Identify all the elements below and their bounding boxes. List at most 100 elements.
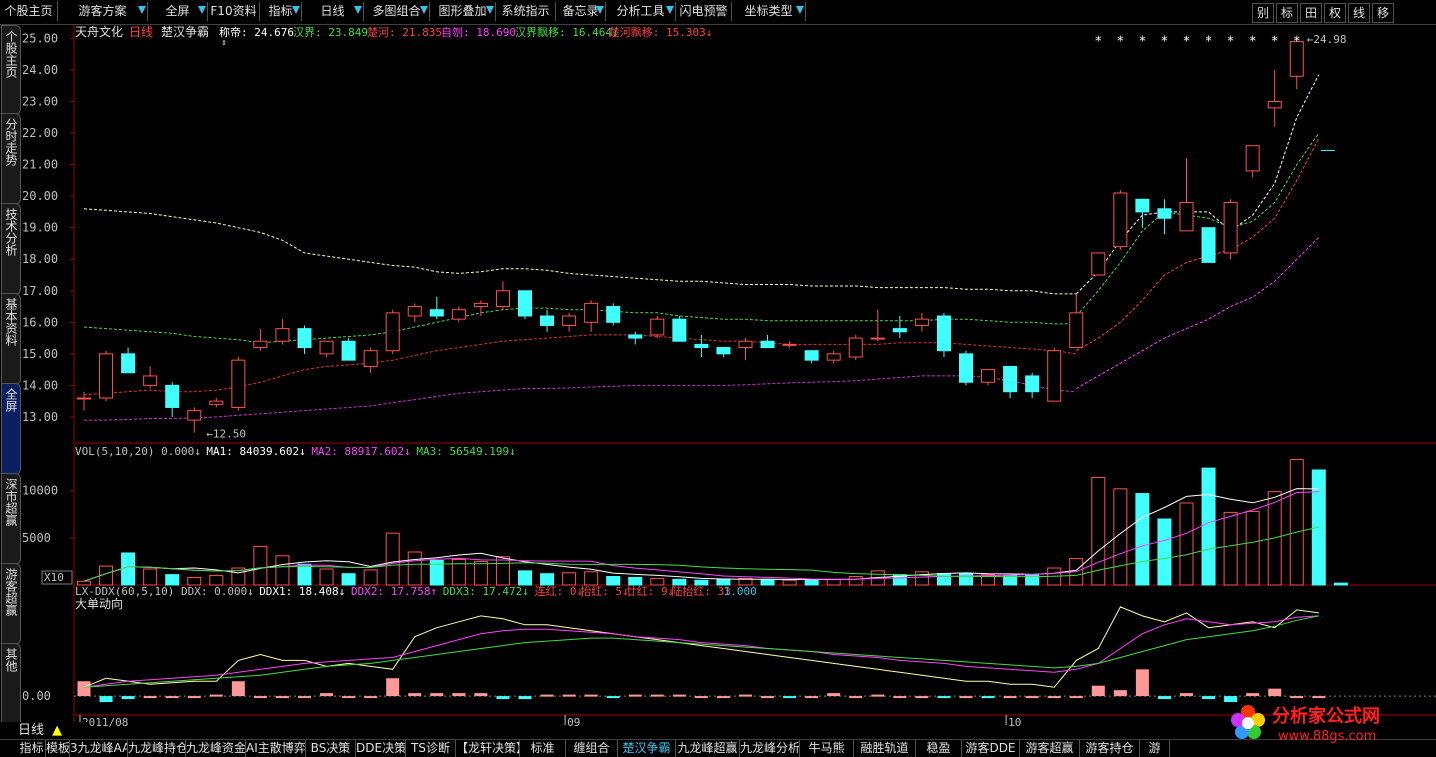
ddx-bar bbox=[386, 678, 400, 697]
toolbar-item[interactable]: 闪电预警 bbox=[676, 2, 732, 21]
dropdown-arrow-icon[interactable] bbox=[420, 6, 428, 14]
bottom-tab[interactable]: 牛马熊 bbox=[800, 740, 854, 757]
toolbar-item[interactable]: 多图组合 bbox=[364, 2, 430, 21]
bottom-tab[interactable]: 楚汉争霸 bbox=[618, 740, 676, 757]
dropdown-arrow-icon[interactable] bbox=[796, 6, 804, 14]
toolbar-item[interactable]: 坐标类型 bbox=[732, 2, 806, 21]
sidebar-tab[interactable]: 深市超赢 bbox=[1, 473, 21, 565]
bottom-tab[interactable]: BS决策 bbox=[306, 740, 356, 757]
vol-bar-up bbox=[1289, 459, 1304, 586]
candle-down bbox=[804, 350, 819, 361]
candle-up bbox=[99, 353, 114, 399]
vol-legend-item: MA1: 84039.602↓ bbox=[206, 445, 305, 458]
ddx-bar bbox=[320, 693, 334, 697]
toolbar-item[interactable]: 分析工具 bbox=[606, 2, 676, 21]
vol-bar-up bbox=[473, 560, 488, 586]
signal-star-icon: * bbox=[1094, 35, 1102, 50]
ddx-bar bbox=[937, 696, 951, 699]
toolbar-item[interactable]: F10资料 bbox=[208, 2, 260, 21]
bottom-tab[interactable]: 缠组合 bbox=[566, 740, 618, 757]
bottom-tab[interactable]: 游 bbox=[1140, 740, 1170, 757]
vol-y-tick-label: 5000 bbox=[22, 531, 51, 545]
candle-up bbox=[363, 350, 378, 367]
dropdown-arrow-icon[interactable] bbox=[138, 6, 146, 14]
ddx-subtitle: 大单动向 bbox=[75, 596, 123, 611]
bottom-tab[interactable]: 游客DDE bbox=[962, 740, 1020, 757]
bottom-tab[interactable]: 九龙峰超赢 bbox=[676, 740, 740, 757]
bottom-tab[interactable]: 九龙峰资金 bbox=[186, 740, 246, 757]
toolbar-right-button[interactable]: 移 bbox=[1372, 3, 1394, 23]
bottom-tab[interactable]: 九龙峰持仓 bbox=[128, 740, 186, 757]
bottom-tab[interactable]: 【龙轩决策】 bbox=[456, 740, 520, 757]
toolbar-item[interactable]: 日线 bbox=[302, 2, 364, 21]
toolbar-item[interactable]: 指标 bbox=[260, 2, 302, 21]
toolbar-item[interactable]: 全屏 bbox=[148, 2, 208, 21]
vol-ma3-line bbox=[83, 526, 1319, 582]
bottom-tab[interactable]: 稳盈 bbox=[916, 740, 962, 757]
sidebar-tab[interactable]: 全屏 bbox=[1, 383, 21, 475]
ddx-bar bbox=[518, 696, 532, 700]
y-tick-label: 13.00 bbox=[22, 410, 58, 424]
vol-bar-down bbox=[1333, 582, 1348, 586]
adjust-icon: ⇕ bbox=[221, 38, 226, 48]
bottom-tab[interactable]: 指标 bbox=[18, 740, 46, 757]
ddx-bar bbox=[275, 696, 289, 699]
bottom-tab[interactable]: 游客超赢 bbox=[1020, 740, 1080, 757]
ddx-bar bbox=[716, 696, 730, 699]
y-tick-label: 20.00 bbox=[22, 189, 58, 203]
bottom-tab[interactable]: AI主散博弈 bbox=[246, 740, 306, 757]
vol-bar-up bbox=[275, 555, 290, 586]
bottom-tab[interactable]: 模板 bbox=[46, 740, 70, 757]
dropdown-arrow-icon[interactable] bbox=[596, 6, 604, 14]
toolbar-item[interactable]: 系统指示 bbox=[496, 2, 556, 21]
dropdown-arrow-icon[interactable] bbox=[292, 6, 300, 14]
bottom-tab[interactable]: 3九龙峰AAX bbox=[70, 740, 128, 757]
toolbar-right-button[interactable]: 权 bbox=[1324, 3, 1346, 23]
dropdown-arrow-icon[interactable] bbox=[486, 6, 494, 14]
period-indicator[interactable]: 日线 ▲ bbox=[0, 722, 88, 739]
bottom-tab[interactable]: 融胜轨道 bbox=[854, 740, 916, 757]
ddx-legend-item: 抬红: 5↓ bbox=[580, 584, 629, 598]
vol-bar-down bbox=[518, 570, 532, 586]
toolbar-item[interactable]: 图形叠加 bbox=[430, 2, 496, 21]
vol-bar-up bbox=[495, 556, 510, 586]
ddx-bar bbox=[1091, 685, 1105, 697]
sidebar-tab[interactable]: 基本资料 bbox=[1, 293, 21, 385]
y-tick-label: 19.00 bbox=[22, 221, 58, 235]
ddx-bar bbox=[606, 696, 620, 699]
bottom-tab[interactable]: DDE决策 bbox=[356, 740, 406, 757]
bottom-tab[interactable]: TS诊断 bbox=[406, 740, 456, 757]
sidebar-tab[interactable]: 游客超赢 bbox=[1, 563, 21, 645]
vol-bar-up bbox=[385, 532, 400, 586]
dropdown-arrow-icon[interactable] bbox=[354, 6, 362, 14]
ddx-bar bbox=[959, 696, 973, 699]
ddx-bar bbox=[165, 696, 179, 699]
toolbar-item[interactable]: 个股主页 bbox=[0, 2, 58, 21]
toolbar-right-button[interactable]: 线 bbox=[1348, 3, 1370, 23]
ddx-legend-item: DDX2: 17.758↑ bbox=[351, 585, 437, 598]
toolbar-item[interactable]: 备忘录 bbox=[556, 2, 606, 21]
toolbar-right-button[interactable]: 标 bbox=[1276, 3, 1298, 23]
candle-down bbox=[1157, 208, 1172, 219]
chart-area[interactable]: 25.00 24.00 23.00 22.00 21.00 20.00 19.00 18.00… bbox=[20, 24, 1436, 737]
ddx-legend-item: DDX3: 17.472↓ bbox=[443, 585, 529, 598]
dropdown-arrow-icon[interactable] bbox=[666, 6, 674, 14]
vol-bar-down bbox=[121, 552, 136, 586]
candle-up bbox=[1179, 201, 1194, 232]
bottom-tab[interactable]: 游客持仓 bbox=[1080, 740, 1140, 757]
ddx-bar bbox=[1047, 696, 1061, 699]
sidebar-tab[interactable]: 个股主页 bbox=[1, 25, 21, 115]
dropdown-arrow-icon[interactable] bbox=[198, 6, 206, 14]
sidebar-tab[interactable]: 分时走势 bbox=[1, 113, 21, 205]
bottom-tab[interactable]: 九龙峰分析 bbox=[740, 740, 800, 757]
candle-down bbox=[1003, 365, 1018, 393]
candle-down bbox=[694, 343, 709, 349]
candle-up bbox=[1047, 350, 1062, 402]
sidebar-tab[interactable]: 技术分析 bbox=[1, 203, 21, 295]
legend-item: 汉界: 23.849 bbox=[293, 26, 368, 39]
toolbar-right-button[interactable]: 田 bbox=[1300, 3, 1322, 23]
toolbar-item[interactable]: 游客方案 bbox=[58, 2, 148, 21]
stock-chart[interactable]: 25.00 24.00 23.00 22.00 21.00 20.00 19.00 18.00… bbox=[20, 24, 1436, 737]
toolbar-right-button[interactable]: 别 bbox=[1252, 3, 1274, 23]
bottom-tab[interactable]: 标准 bbox=[520, 740, 566, 757]
